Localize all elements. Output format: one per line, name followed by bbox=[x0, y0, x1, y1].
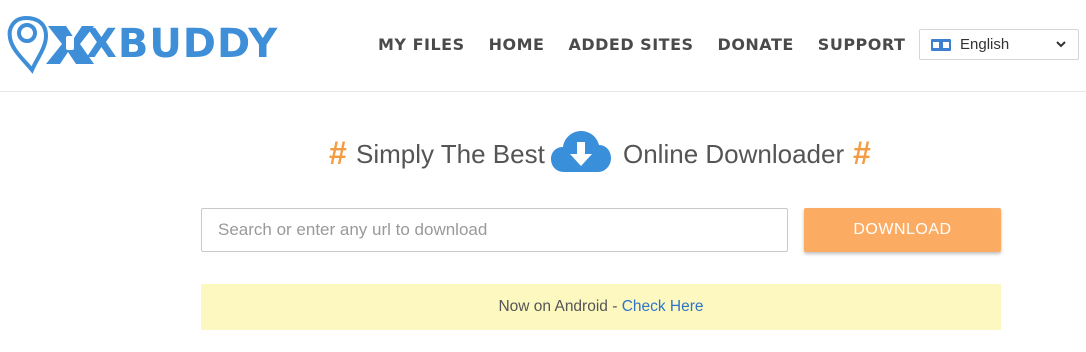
chevron-down-icon bbox=[1056, 41, 1066, 48]
notice-text: Now on Android - bbox=[498, 298, 622, 315]
logo-mark-icon bbox=[7, 15, 94, 74]
site-header: XBUDDY MY FILES HOME ADDED SITES DONATE … bbox=[0, 0, 1086, 92]
main-nav: MY FILES HOME ADDED SITES DONATE SUPPORT bbox=[378, 24, 929, 64]
tagline-right: Online Downloader bbox=[623, 139, 845, 169]
hash-left: # bbox=[329, 135, 347, 171]
nav-item-support[interactable]: SUPPORT bbox=[818, 35, 906, 54]
tagline-left: Simply The Best bbox=[356, 139, 545, 169]
language-select[interactable]: English bbox=[919, 29, 1079, 60]
nav-item-home[interactable]: HOME bbox=[489, 35, 545, 54]
nav-item-added-sites[interactable]: ADDED SITES bbox=[568, 35, 693, 54]
language-flag-icon bbox=[931, 38, 951, 51]
cloud-download-icon bbox=[551, 131, 611, 172]
check-here-link[interactable]: Check Here bbox=[622, 298, 704, 316]
nav-item-my-files[interactable]: MY FILES bbox=[378, 35, 465, 54]
android-notice-banner: Now on Android - Check Here bbox=[201, 284, 1001, 330]
site-logo[interactable]: XBUDDY bbox=[6, 14, 277, 74]
logo-text: XBUDDY bbox=[86, 21, 279, 67]
url-search-input[interactable] bbox=[201, 208, 788, 252]
nav-item-donate[interactable]: DONATE bbox=[718, 35, 794, 54]
hash-right: # bbox=[853, 135, 871, 171]
language-selected-value: English bbox=[960, 36, 1010, 53]
hero-tagline: # Simply The Best Online Downloader # bbox=[300, 124, 900, 184]
download-button[interactable]: DOWNLOAD bbox=[804, 208, 1001, 252]
